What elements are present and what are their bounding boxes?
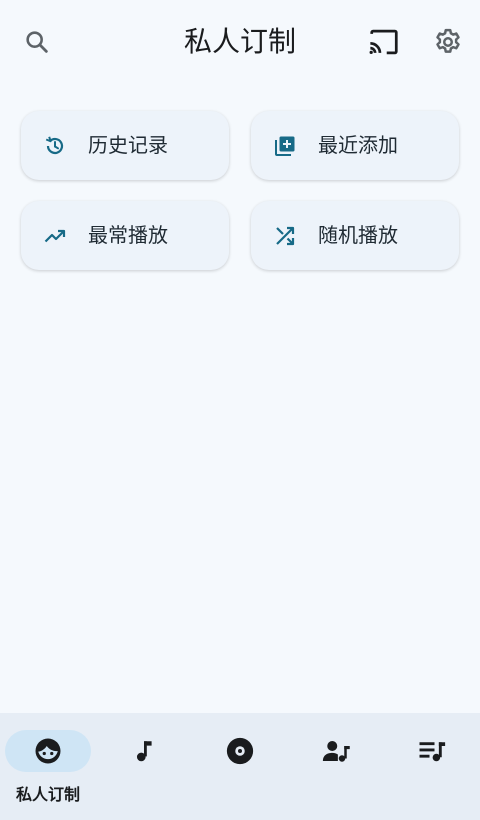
page-title: 私人订制 — [183, 25, 296, 58]
cast-button[interactable] — [364, 22, 404, 62]
history-label: 历史记录 — [88, 133, 168, 157]
history-card[interactable]: 历史记录 — [21, 111, 229, 180]
music-note-icon — [136, 741, 152, 762]
shuffle-label: 随机播放 — [318, 223, 398, 247]
recently-added-label: 最近添加 — [318, 133, 398, 157]
nav-active-indicator — [5, 730, 91, 772]
top-app-bar: 私人订制 — [0, 0, 480, 86]
face-icon — [35, 738, 61, 764]
nav-item-playlists[interactable] — [384, 713, 480, 820]
search-button[interactable] — [17, 22, 57, 62]
artist-icon — [322, 741, 350, 762]
nav-item-albums[interactable] — [192, 713, 288, 820]
nav-icon-wrap — [101, 730, 187, 772]
playlist-icon — [419, 742, 446, 762]
gear-icon — [436, 28, 460, 53]
history-icon — [45, 136, 64, 155]
shuffle-card[interactable]: 随机播放 — [251, 201, 459, 270]
most-played-label: 最常播放 — [88, 223, 168, 247]
cast-icon — [369, 29, 398, 55]
nav-item-songs[interactable] — [96, 713, 192, 820]
nav-item-personal[interactable]: 私人订制 — [0, 713, 96, 820]
album-icon — [226, 737, 254, 765]
trending-up-icon — [44, 229, 66, 243]
nav-item-artists[interactable] — [288, 713, 384, 820]
shuffle-icon — [276, 226, 295, 246]
bottom-navigation: 私人订制 — [0, 713, 480, 820]
library-add-icon — [275, 136, 295, 156]
most-played-card[interactable]: 最常播放 — [21, 201, 229, 270]
nav-icon-wrap — [197, 730, 283, 772]
recently-added-card[interactable]: 最近添加 — [251, 111, 459, 180]
search-icon — [26, 31, 48, 53]
nav-icon-wrap — [293, 730, 379, 772]
nav-label-personal: 私人订制 — [15, 785, 80, 804]
nav-icon-wrap — [389, 730, 475, 772]
settings-button[interactable] — [428, 22, 468, 62]
